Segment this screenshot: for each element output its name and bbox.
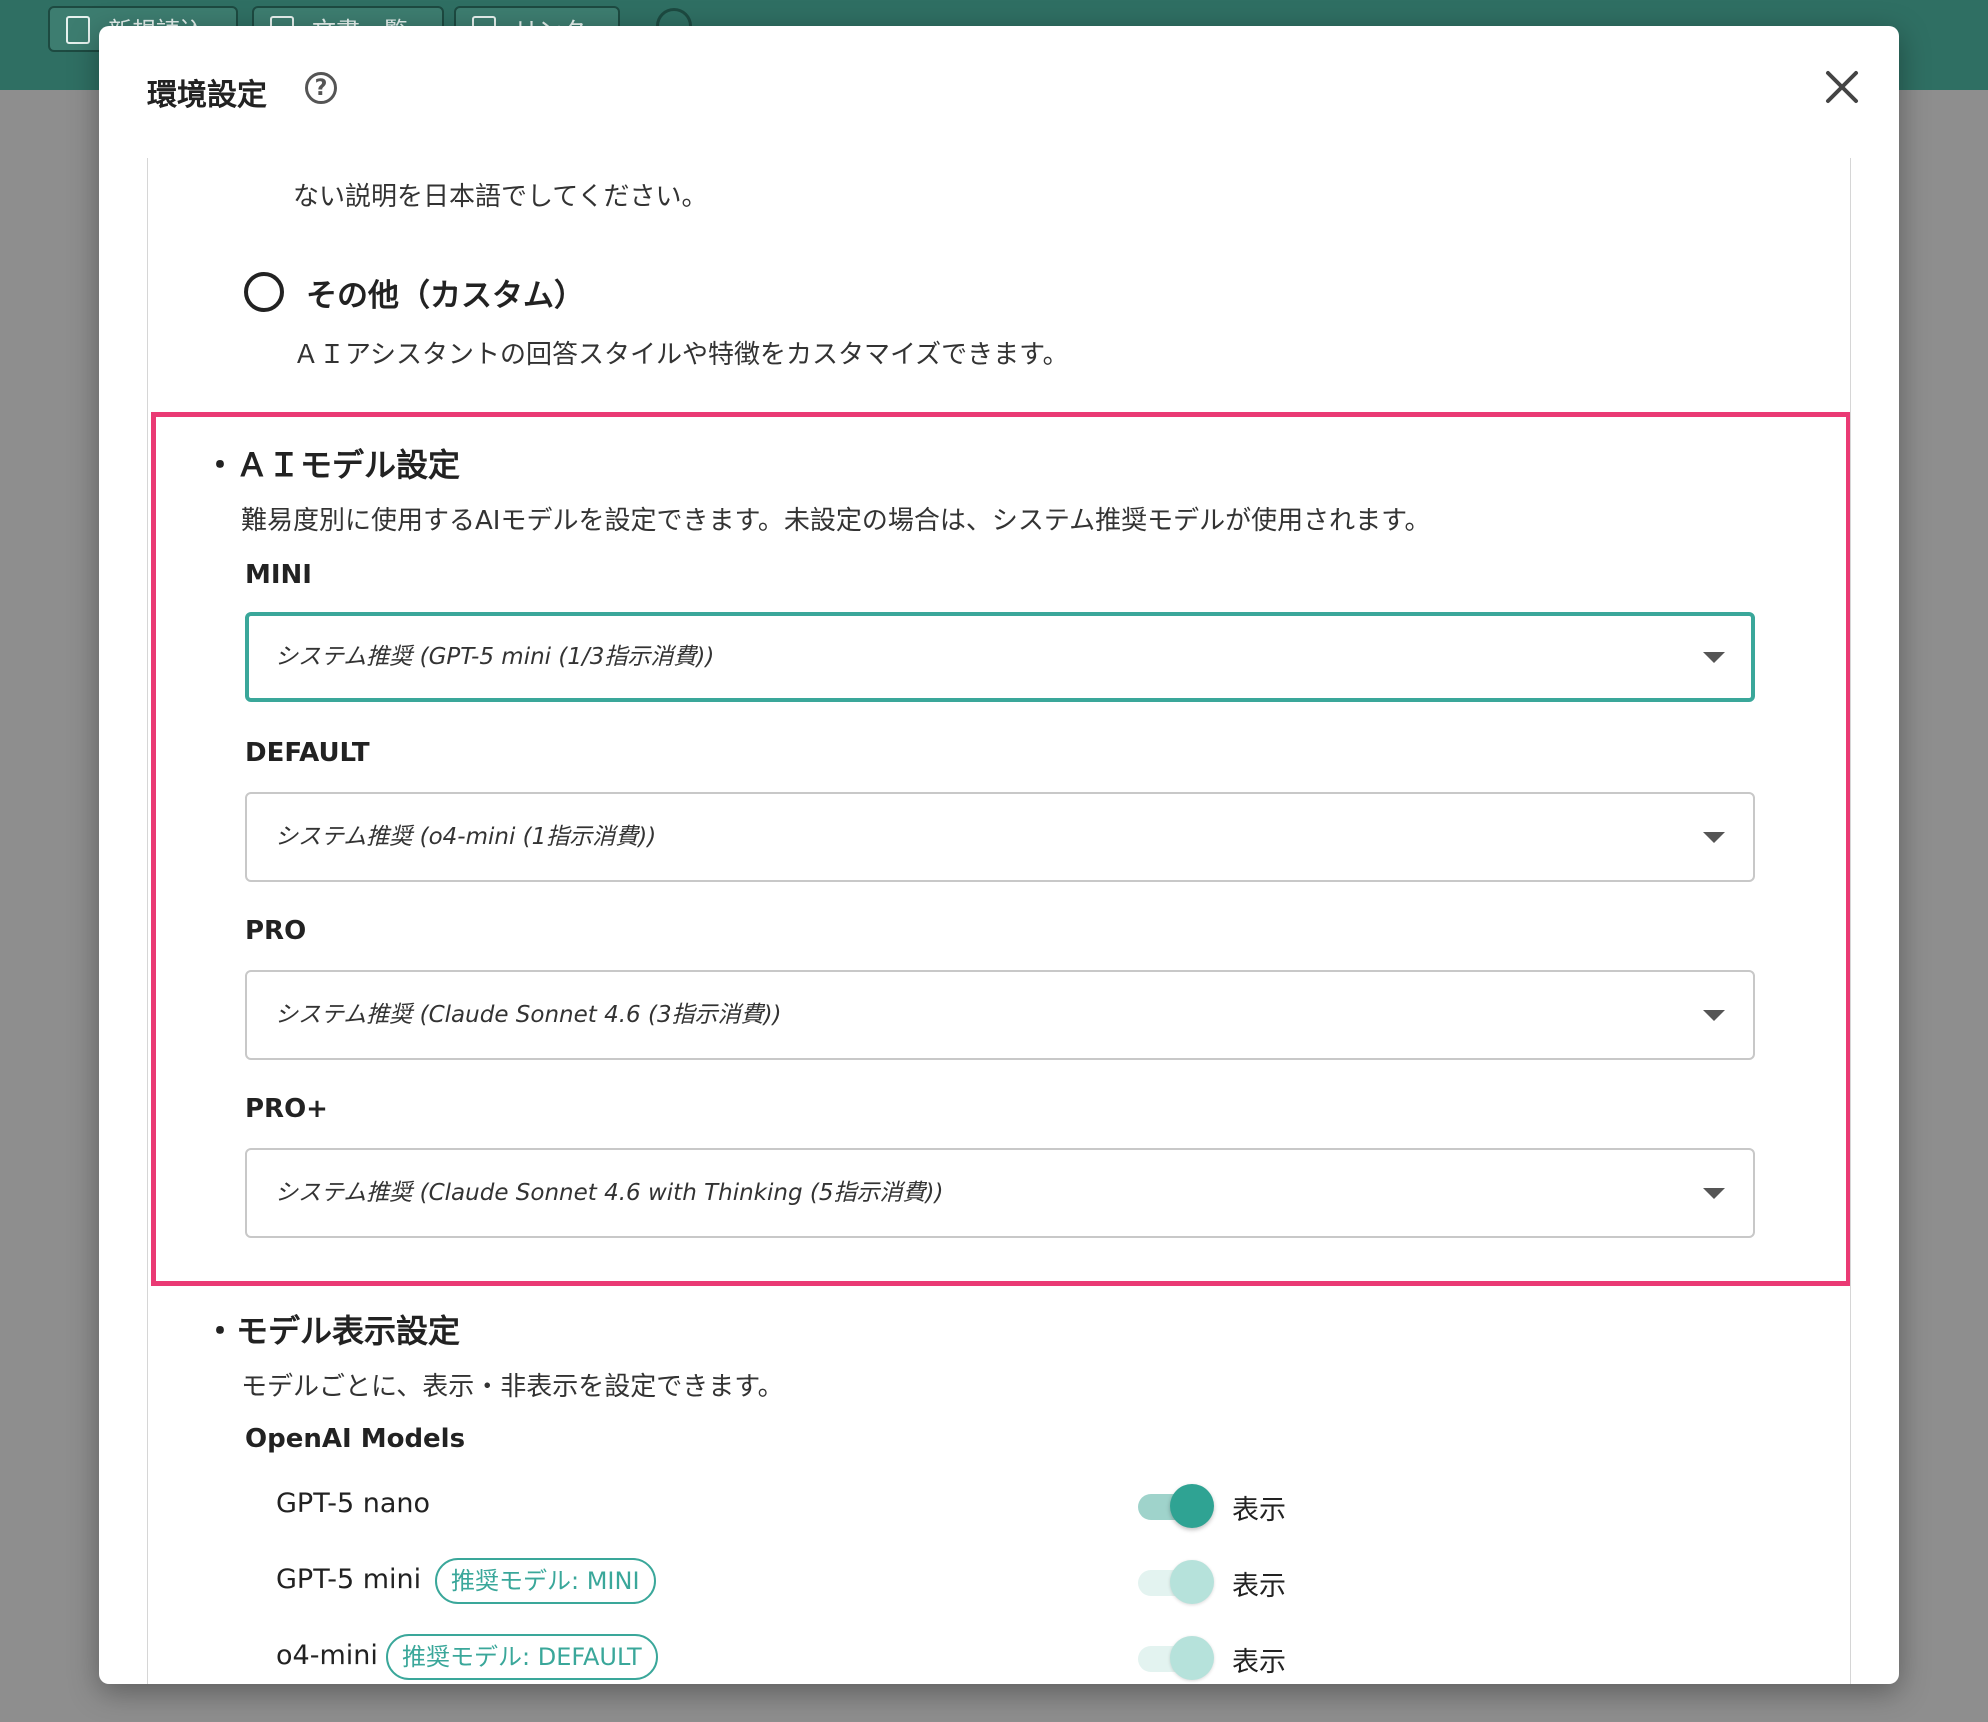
default-model-select[interactable]: システム推奨 (o4-mini (1指示消費)) (245, 792, 1755, 882)
openai-models-group-title: OpenAI Models (245, 1424, 466, 1454)
mini-label: MINI (245, 560, 312, 590)
settings-scroll-area[interactable]: ない説明を日本語でしてください。 その他（カスタム） ＡＩアシスタントの回答スタ… (147, 158, 1851, 1684)
pro-model-select[interactable]: システム推奨 (Claude Sonnet 4.6 (3指示消費)) (245, 970, 1755, 1060)
chevron-down-icon (1703, 1188, 1725, 1199)
prev-option-description: ない説明を日本語でしてください。 (293, 182, 708, 212)
gpt5-mini-toggle-label: 表示 (1232, 1571, 1286, 1602)
o4-mini-visibility-toggle[interactable] (1138, 1634, 1214, 1684)
custom-style-radio[interactable] (244, 272, 284, 312)
pro-model-value: システム推奨 (Claude Sonnet 4.6 (3指示消費)) (275, 1002, 782, 1028)
gpt5-mini-visibility-toggle[interactable] (1138, 1558, 1214, 1608)
chevron-down-icon (1703, 832, 1725, 843)
o4-mini-toggle-label: 表示 (1232, 1647, 1286, 1678)
model-name-o4-mini: o4-mini (276, 1640, 378, 1671)
mini-model-select[interactable]: システム推奨 (GPT-5 mini (1/3指示消費)) (245, 612, 1755, 702)
model-display-settings-description: モデルごとに、表示・非表示を設定できます。 (241, 1372, 784, 1402)
model-display-settings-title: ・モデル表示設定 (204, 1312, 461, 1350)
custom-style-description: ＡＩアシスタントの回答スタイルや特徴をカスタマイズできます。 (293, 340, 1069, 370)
model-name-gpt5-nano: GPT-5 nano (276, 1488, 431, 1519)
close-icon[interactable] (1817, 62, 1867, 112)
pro-plus-label: PRO+ (245, 1094, 328, 1124)
question-circle-icon[interactable]: ? (305, 72, 337, 104)
recommended-model-badge: 推奨モデル: MINI (435, 1558, 656, 1604)
dialog-title: 環境設定 (147, 78, 267, 113)
toggle-knob (1170, 1636, 1214, 1680)
gpt5-nano-visibility-toggle[interactable] (1138, 1482, 1214, 1532)
settings-dialog: 環境設定 ? ない説明を日本語でしてください。 その他（カスタム） ＡＩアシスタ… (99, 26, 1899, 1684)
model-name-gpt5-mini: GPT-5 mini (276, 1564, 422, 1595)
toggle-knob (1170, 1560, 1214, 1604)
pro-label: PRO (245, 916, 307, 946)
toggle-knob (1170, 1484, 1214, 1528)
chevron-down-icon (1703, 652, 1725, 663)
ai-model-settings-title: ・ＡＩモデル設定 (204, 446, 461, 484)
custom-style-label[interactable]: その他（カスタム） (306, 270, 585, 315)
default-label: DEFAULT (245, 738, 370, 768)
gpt5-nano-toggle-label: 表示 (1232, 1495, 1286, 1526)
recommended-model-badge: 推奨モデル: DEFAULT (386, 1634, 658, 1680)
file-plus-icon (66, 16, 90, 44)
ai-model-settings-description: 難易度別に使用するAIモデルを設定できます。未設定の場合は、システム推奨モデルが… (241, 506, 1431, 536)
pro-plus-model-value: システム推奨 (Claude Sonnet 4.6 with Thinking … (275, 1180, 944, 1206)
pro-plus-model-select[interactable]: システム推奨 (Claude Sonnet 4.6 with Thinking … (245, 1148, 1755, 1238)
default-model-value: システム推奨 (o4-mini (1指示消費)) (275, 824, 657, 850)
chevron-down-icon (1703, 1010, 1725, 1021)
mini-model-value: システム推奨 (GPT-5 mini (1/3指示消費)) (275, 644, 715, 670)
